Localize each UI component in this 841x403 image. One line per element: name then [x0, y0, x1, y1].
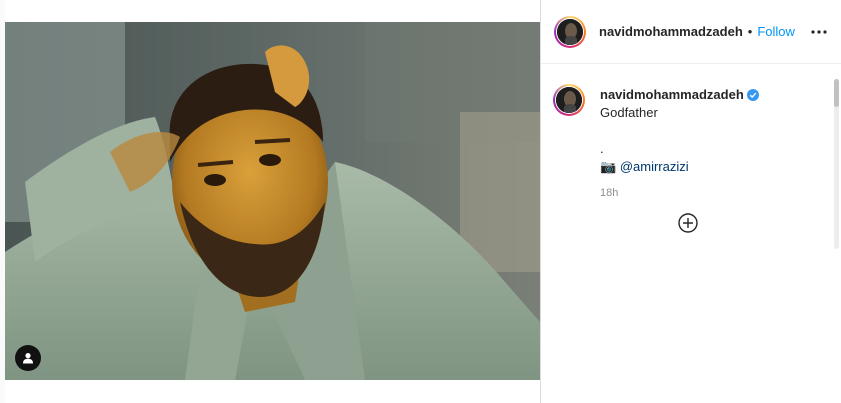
post-photo[interactable]: [5, 22, 540, 380]
camera-icon: 📷: [600, 159, 617, 174]
more-horizontal-icon: [811, 30, 827, 34]
caption-text-line: .: [600, 141, 604, 156]
user-tag-button[interactable]: [15, 345, 41, 371]
user-tag-icon: [23, 353, 33, 364]
avatar-image: [556, 87, 582, 113]
credit-line: 📷 @amirrazizi: [600, 158, 830, 176]
caption-author-avatar[interactable]: [553, 84, 585, 116]
caption-text-line: Godfather: [600, 105, 658, 120]
post-timestamp[interactable]: 18h: [600, 184, 830, 202]
avatar-image: [557, 18, 583, 45]
load-more-comments-button[interactable]: [678, 213, 698, 233]
post-header: navidmohammadzadeh • Follow: [541, 0, 841, 64]
plus-circle-icon: [678, 213, 698, 233]
caption-body: navidmohammadzadeh Godfather . 📷 @amirra…: [600, 86, 830, 202]
mention-link[interactable]: @amirrazizi: [620, 159, 689, 174]
follow-button[interactable]: Follow: [757, 24, 795, 39]
scrollbar-thumb[interactable]: [834, 79, 839, 107]
caption-username[interactable]: navidmohammadzadeh: [600, 87, 744, 102]
separator-dot: •: [747, 24, 753, 39]
caption-text-line: [600, 122, 830, 140]
author-avatar[interactable]: [554, 15, 586, 48]
more-options-button[interactable]: [809, 22, 829, 42]
verified-badge-icon: [746, 89, 759, 101]
author-username[interactable]: navidmohammadzadeh: [599, 24, 743, 39]
caption-scrollbar[interactable]: [834, 79, 839, 249]
